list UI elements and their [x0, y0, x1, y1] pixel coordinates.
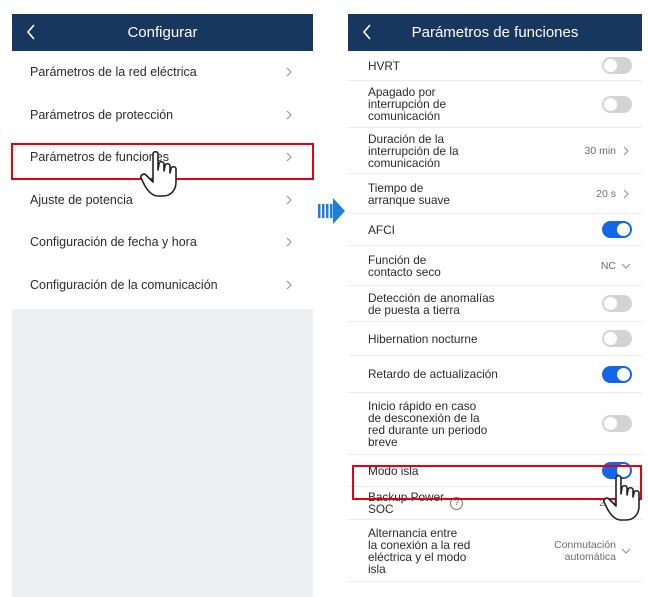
setting-row-alternancia-entre-la-conexion-a-la-red-electrica-y-el-modo-isla[interactable]: Alternancia entre la conexión a la red e… [348, 520, 642, 582]
chevron-left-icon [362, 24, 371, 40]
setting-row-afci: AFCI [348, 214, 642, 246]
back-button[interactable] [356, 21, 378, 43]
menu-item-label: Parámetros de la red eléctrica [30, 65, 197, 80]
highlight-box [352, 465, 642, 500]
toggle-switch[interactable] [602, 95, 632, 113]
chevron-right-icon [283, 236, 295, 248]
menu-item-label: Parámetros de protección [30, 107, 174, 122]
toggle-switch[interactable] [602, 221, 632, 238]
toggle-switch[interactable] [602, 330, 632, 347]
menu-item-label: Configuración de fecha y hora [30, 235, 197, 250]
setting-select[interactable]: Conmutación automática [554, 539, 632, 563]
hand-pointer-icon [140, 150, 177, 197]
toggle-switch[interactable] [602, 415, 632, 432]
setting-row-retardo-de-actualizacion: Retardo de actualización [348, 356, 642, 393]
setting-row-hibernation-nocturne: Hibernation nocturne [348, 322, 642, 356]
setting-row-duracion-de-la-interrupcion-de-la-comunicacion[interactable]: Duración de la interrupción de la comuni… [348, 128, 642, 174]
hand-pointer-icon [603, 474, 640, 521]
toggle-switch[interactable] [602, 57, 632, 74]
value-text: 20 s [596, 187, 616, 200]
setting-label: Tiempo de arranque suave [368, 180, 450, 207]
setting-label: AFCI [368, 222, 395, 237]
setting-value[interactable]: 30 min [584, 145, 632, 157]
setting-label: HVRT [368, 58, 400, 73]
setting-row-tiempo-de-arranque-suave[interactable]: Tiempo de arranque suave 20 s [348, 174, 642, 214]
setting-label: Detección de anomalías de puesta a tierr… [368, 290, 495, 317]
menu-item-configuracion-de-fecha-y-hora[interactable]: Configuración de fecha y hora [12, 221, 313, 264]
chevron-left-icon [26, 24, 35, 40]
setting-select[interactable]: NC [601, 260, 632, 272]
setting-label: Hibernation nocturne [368, 331, 478, 346]
setting-row-funcion-de-contacto-seco[interactable]: Función de contacto seco NC [348, 246, 642, 286]
setting-row-apagado-por-interrupcion-de-comunicacion: Apagado por interrupción de comunicación [348, 81, 642, 128]
setting-label: Apagado por interrupción de comunicación [368, 85, 447, 123]
chevron-right-icon [620, 145, 632, 157]
empty-area [12, 309, 313, 597]
function-parameters-screen: Parámetros de funciones HVRT Apagado por … [348, 14, 642, 597]
value-text: Conmutación automática [554, 538, 616, 563]
setting-label: Retardo de actualización [368, 367, 498, 381]
chevron-right-icon [283, 194, 295, 206]
function-parameters-list: HVRT Apagado por interrupción de comunica… [348, 51, 642, 582]
page-title: Parámetros de funciones [411, 24, 579, 41]
chevron-down-icon [620, 545, 632, 557]
setting-label: Función de contacto seco [368, 252, 441, 279]
configure-screen: Configurar Parámetros de la red eléctric… [12, 14, 313, 597]
setting-value[interactable]: 20 s [596, 188, 632, 200]
toggle-switch[interactable] [602, 295, 632, 312]
back-button[interactable] [20, 21, 42, 43]
function-parameters-header: Parámetros de funciones [348, 14, 642, 51]
chevron-right-icon [283, 279, 295, 291]
menu-item-parametros-de-la-red-electrica[interactable]: Parámetros de la red eléctrica [12, 51, 313, 94]
chevron-down-icon [620, 260, 632, 272]
menu-item-label: Ajuste de potencia [30, 192, 133, 207]
menu-item-parametros-de-proteccion[interactable]: Parámetros de protección [12, 94, 313, 137]
menu-item-configuracion-de-la-comunicacion[interactable]: Configuración de la comunicación [12, 264, 313, 307]
setting-row-deteccion-de-anomalias-de-puesta-a-tierra: Detección de anomalías de puesta a tierr… [348, 286, 642, 322]
setting-label: Alternancia entre la conexión a la red e… [368, 525, 471, 576]
setting-label: Duración de la interrupción de la comuni… [368, 131, 459, 170]
setting-label: Inicio rápido en caso de desconexión de … [368, 398, 488, 449]
value-text: NC [600, 259, 616, 272]
chevron-right-icon [620, 188, 632, 200]
configure-header: Configurar [12, 14, 313, 51]
chevron-right-icon [283, 66, 295, 78]
chevron-right-icon [283, 109, 295, 121]
setting-row-inicio-rapido-en-caso-de-desconexion-de-la-red-durante-un-periodo-breve: Inicio rápido en caso de desconexión de … [348, 393, 642, 455]
setting-row-hvrt: HVRT [348, 51, 642, 81]
page-title: Configurar [127, 24, 198, 41]
menu-item-label: Configuración de la comunicación [30, 277, 218, 292]
arrow-right-icon [318, 198, 345, 224]
toggle-switch[interactable] [602, 365, 632, 383]
value-text: 30 min [584, 144, 616, 157]
